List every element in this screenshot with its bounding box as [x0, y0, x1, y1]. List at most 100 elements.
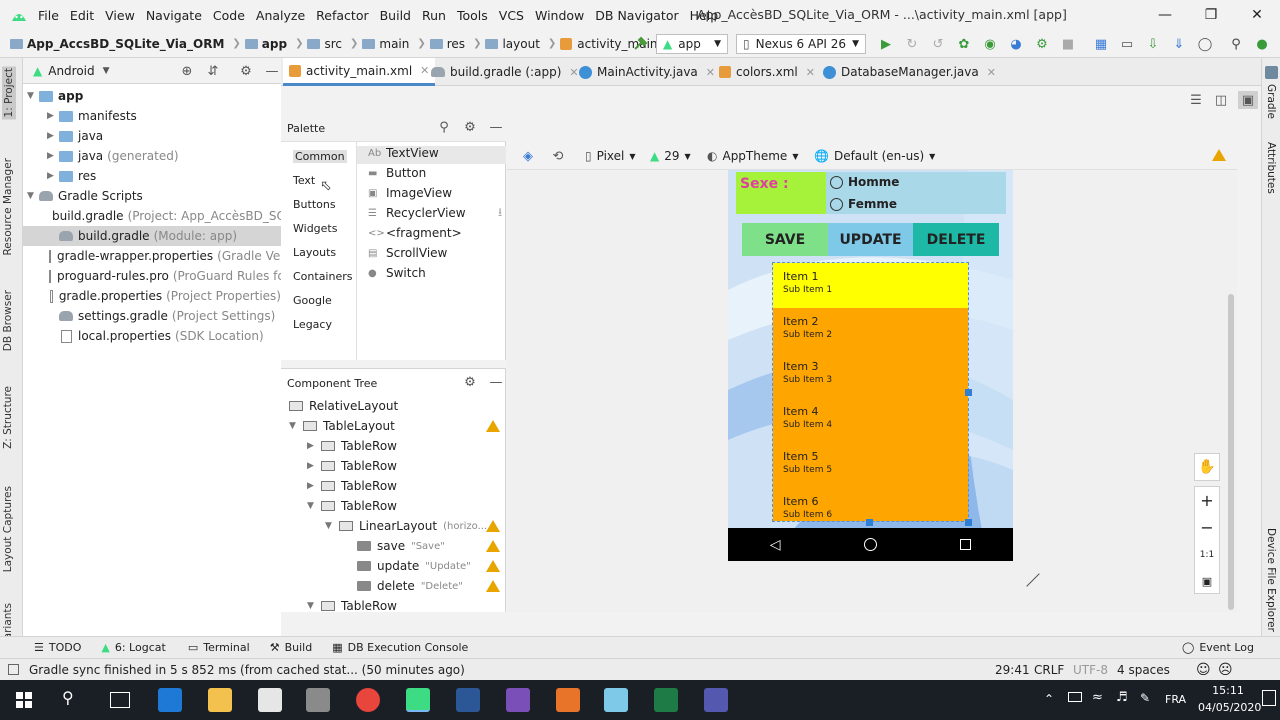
- collapse-all-icon[interactable]: ⇵: [205, 63, 221, 79]
- expand-arrow-icon[interactable]: ▶: [307, 481, 321, 491]
- tool-tab-todo[interactable]: ☰ TODO: [34, 641, 81, 654]
- zoom-actual-button[interactable]: 1:1: [1195, 541, 1219, 568]
- component-node[interactable]: ▶ TableRow: [281, 436, 506, 456]
- collapse-arrow-icon[interactable]: ▶: [47, 151, 59, 161]
- expand-arrow-icon[interactable]: ▼: [289, 421, 303, 431]
- sync-gradle-icon[interactable]: ⇩: [1145, 36, 1161, 52]
- tree-item[interactable]: ▼ app: [23, 86, 281, 106]
- hide-panel-icon[interactable]: —: [264, 63, 280, 79]
- component-node[interactable]: delete "Delete": [281, 576, 506, 596]
- gear-icon[interactable]: ⚙: [462, 374, 478, 390]
- task-view-icon[interactable]: [110, 692, 130, 708]
- gear-icon[interactable]: ⚙: [238, 63, 254, 79]
- selection-handle[interactable]: [965, 519, 972, 526]
- pan-hand-icon[interactable]: ✋: [1194, 453, 1220, 481]
- tree-item[interactable]: ▶ res: [23, 166, 281, 186]
- save-button[interactable]: SAVE: [742, 223, 828, 256]
- palette-category-google[interactable]: Google: [293, 294, 332, 307]
- cursor-position[interactable]: 29:41: [995, 663, 1030, 677]
- clock-date[interactable]: 04/05/2020: [1198, 701, 1261, 714]
- list-item[interactable]: Item 4 Sub Item 4: [773, 398, 968, 443]
- tree-item[interactable]: local.properties (SDK Location): [23, 326, 281, 346]
- menu-refactor[interactable]: Refactor: [316, 8, 368, 23]
- sdk-manager-icon[interactable]: ⇓: [1171, 36, 1187, 52]
- zoom-fit-icon[interactable]: ▣: [1195, 568, 1219, 595]
- wifi-icon[interactable]: ≈: [1092, 690, 1103, 705]
- snipping-tool-icon[interactable]: [306, 688, 330, 712]
- list-item[interactable]: Item 3 Sub Item 3: [773, 353, 968, 398]
- locale-select[interactable]: 🌐 Default (en-us) ▼: [814, 149, 935, 163]
- hammer-build-icon[interactable]: [633, 35, 649, 51]
- canvas-scrollbar[interactable]: [1228, 294, 1234, 610]
- tree-item[interactable]: ▶ manifests: [23, 106, 281, 126]
- tab-activity-main[interactable]: activity_main.xml ✕: [283, 58, 436, 86]
- debug-icon[interactable]: ✿: [956, 36, 972, 52]
- delete-button[interactable]: DELETE: [913, 223, 999, 256]
- palette-item[interactable]: ▬ Button: [368, 166, 426, 180]
- warning-icon[interactable]: [486, 520, 500, 532]
- app-icon[interactable]: [604, 688, 628, 712]
- component-node[interactable]: save "Save": [281, 536, 506, 556]
- expand-arrow-icon[interactable]: ▼: [325, 521, 339, 531]
- tree-item[interactable]: gradle-wrapper.properties (Gradle Ver: [23, 246, 285, 266]
- search-icon[interactable]: ⚲: [436, 119, 452, 135]
- layout-inspector-icon[interactable]: ◯: [1197, 36, 1213, 52]
- profile-icon[interactable]: ◕: [1008, 36, 1024, 52]
- menu-analyze[interactable]: Analyze: [256, 8, 305, 23]
- menu-db-navigator[interactable]: DB Navigator: [595, 8, 678, 23]
- device-select[interactable]: ▯ Nexus 6 API 26 ▼: [736, 34, 866, 54]
- menu-navigate[interactable]: Navigate: [146, 8, 202, 23]
- expand-arrow-icon[interactable]: ▼: [27, 91, 39, 101]
- component-node[interactable]: update "Update": [281, 556, 506, 576]
- close-tab-icon[interactable]: ✕: [806, 66, 815, 79]
- palette-category-common[interactable]: Common: [293, 150, 347, 163]
- attach-debugger-icon[interactable]: ◉: [982, 36, 998, 52]
- stop-icon[interactable]: ■: [1060, 36, 1076, 52]
- tree-item[interactable]: settings.gradle (Project Settings): [23, 306, 281, 326]
- zoom-in-button[interactable]: +: [1195, 487, 1219, 514]
- list-item[interactable]: Item 2 Sub Item 2: [773, 308, 968, 353]
- radio-femme[interactable]: Femme: [830, 197, 897, 211]
- component-node[interactable]: ▶ TableRow: [281, 476, 506, 496]
- tool-tab-db-console[interactable]: ▦ DB Execution Console: [332, 641, 468, 654]
- event-log-tab[interactable]: ◯ Event Log: [1182, 641, 1254, 654]
- palette-item[interactable]: ☰ RecyclerView ⭳: [368, 205, 502, 221]
- expand-arrow-icon[interactable]: ▼: [307, 601, 321, 611]
- design-view-icon[interactable]: ▣: [1238, 91, 1258, 109]
- back-icon[interactable]: ◁: [770, 537, 781, 553]
- visual-studio-icon[interactable]: [506, 688, 530, 712]
- debug-process-icon[interactable]: ⚙: [1034, 36, 1050, 52]
- recents-icon[interactable]: [960, 539, 972, 550]
- close-icon[interactable]: ✕: [1234, 0, 1280, 30]
- tab-main-activity[interactable]: MainActivity.java ✕: [573, 58, 721, 86]
- volume-icon[interactable]: ♬: [1116, 690, 1128, 705]
- component-node[interactable]: ▼ LinearLayout (horizo...: [281, 516, 506, 536]
- gear-icon[interactable]: ⚙: [462, 119, 478, 135]
- toggle-tool-windows-icon[interactable]: [8, 664, 19, 675]
- chrome-icon[interactable]: [356, 688, 380, 712]
- android-studio-taskbar-icon[interactable]: [406, 688, 430, 712]
- tree-item[interactable]: ▶ java (generated): [23, 146, 281, 166]
- search-icon[interactable]: ⚲: [62, 688, 74, 707]
- palette-category-legacy[interactable]: Legacy: [293, 318, 332, 331]
- palette-item[interactable]: ▤ ScrollView: [368, 246, 447, 260]
- chevron-up-icon[interactable]: ⌃: [1044, 692, 1054, 706]
- tree-item[interactable]: gradle.properties (Project Properties): [23, 286, 281, 306]
- assistant-icon[interactable]: ●: [1254, 36, 1270, 52]
- clock-time[interactable]: 15:11: [1205, 684, 1251, 697]
- breadcrumb-res[interactable]: res: [429, 37, 465, 51]
- close-tab-icon[interactable]: ✕: [987, 66, 996, 79]
- tool-tab-project[interactable]: 1: Project: [2, 66, 16, 120]
- windows-start-icon[interactable]: [16, 692, 32, 708]
- theme-select[interactable]: ◐ AppTheme ▼: [707, 149, 798, 163]
- minimize-icon[interactable]: —: [1142, 0, 1188, 30]
- tab-database-manager[interactable]: DatabaseManager.java ✕: [817, 58, 1002, 86]
- warning-icon[interactable]: [486, 560, 500, 572]
- line-separator[interactable]: CRLF: [1034, 663, 1064, 677]
- tool-tab-device-file-explorer[interactable]: Device File Explorer: [1265, 528, 1277, 632]
- menu-vcs[interactable]: VCS: [499, 8, 524, 23]
- menu-window[interactable]: Window: [535, 8, 584, 23]
- breadcrumb-app[interactable]: app: [244, 37, 287, 51]
- home-icon[interactable]: [863, 538, 877, 551]
- word-icon[interactable]: [456, 688, 480, 712]
